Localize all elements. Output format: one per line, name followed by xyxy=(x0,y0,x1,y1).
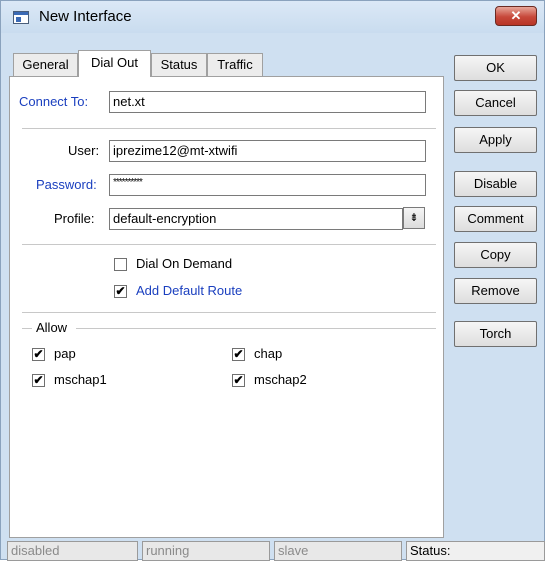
separator xyxy=(22,128,436,129)
connect-to-input[interactable]: net.xt xyxy=(109,91,426,113)
status-slave: slave xyxy=(274,541,402,561)
status-text: Status: xyxy=(406,541,545,561)
profile-select[interactable]: default-encryption xyxy=(109,208,403,230)
cancel-button[interactable]: Cancel xyxy=(454,90,537,116)
torch-button[interactable]: Torch xyxy=(454,321,537,347)
mschap1-checkbox[interactable]: ✔ xyxy=(32,374,45,387)
disable-button[interactable]: Disable xyxy=(454,171,537,197)
comment-button[interactable]: Comment xyxy=(454,206,537,232)
check-icon: ✔ xyxy=(33,347,44,361)
title-bar[interactable]: New Interface ✕ xyxy=(1,1,544,33)
pap-checkbox[interactable]: ✔ xyxy=(32,348,45,361)
add-default-route-label: Add Default Route xyxy=(136,283,243,298)
close-button[interactable]: ✕ xyxy=(495,6,537,26)
window-icon xyxy=(13,11,29,24)
mschap2-label: mschap2 xyxy=(254,372,307,387)
pap-label: pap xyxy=(54,346,76,361)
copy-button[interactable]: Copy xyxy=(454,242,537,268)
check-icon: ✔ xyxy=(115,284,126,298)
allow-group-line xyxy=(76,328,436,329)
dial-on-demand-checkbox[interactable] xyxy=(114,258,127,271)
chap-checkbox[interactable]: ✔ xyxy=(232,348,245,361)
remove-button[interactable]: Remove xyxy=(454,278,537,304)
tab-status[interactable]: Status xyxy=(151,53,207,76)
close-icon: ✕ xyxy=(510,8,522,23)
dialog-window: New Interface ✕ General Dial Out Status … xyxy=(0,0,545,561)
dial-out-panel: Connect To: net.xt User: iprezime12@mt-x… xyxy=(9,76,444,538)
chap-label: chap xyxy=(254,346,283,361)
add-default-route-checkbox[interactable]: ✔ xyxy=(114,285,127,298)
profile-label: Profile: xyxy=(54,211,95,226)
chevron-down-icon: ⇟ xyxy=(409,212,419,224)
user-input[interactable]: iprezime12@mt-xtwifi xyxy=(109,140,426,162)
tab-general[interactable]: General xyxy=(13,53,78,76)
allow-legend: Allow xyxy=(36,320,68,335)
status-running: running xyxy=(142,541,270,561)
user-label: User: xyxy=(68,143,100,158)
tab-dial-out[interactable]: Dial Out xyxy=(78,50,151,77)
window-title: New Interface xyxy=(39,8,132,25)
check-icon: ✔ xyxy=(233,373,244,387)
dial-on-demand-label: Dial On Demand xyxy=(136,256,233,271)
separator xyxy=(22,244,436,245)
ok-button[interactable]: OK xyxy=(454,55,537,81)
connect-to-label: Connect To: xyxy=(19,94,89,109)
status-disabled: disabled xyxy=(7,541,138,561)
tab-traffic[interactable]: Traffic xyxy=(207,53,263,76)
allow-group-line xyxy=(22,328,32,329)
check-icon: ✔ xyxy=(33,373,44,387)
check-icon: ✔ xyxy=(233,347,244,361)
password-label: Password: xyxy=(36,177,97,192)
separator xyxy=(22,312,436,313)
mschap2-checkbox[interactable]: ✔ xyxy=(232,374,245,387)
password-input[interactable]: ********** xyxy=(109,174,426,196)
mschap1-label: mschap1 xyxy=(54,372,107,387)
apply-button[interactable]: Apply xyxy=(454,127,537,153)
profile-dropdown-button[interactable]: ⇟ xyxy=(403,207,425,229)
